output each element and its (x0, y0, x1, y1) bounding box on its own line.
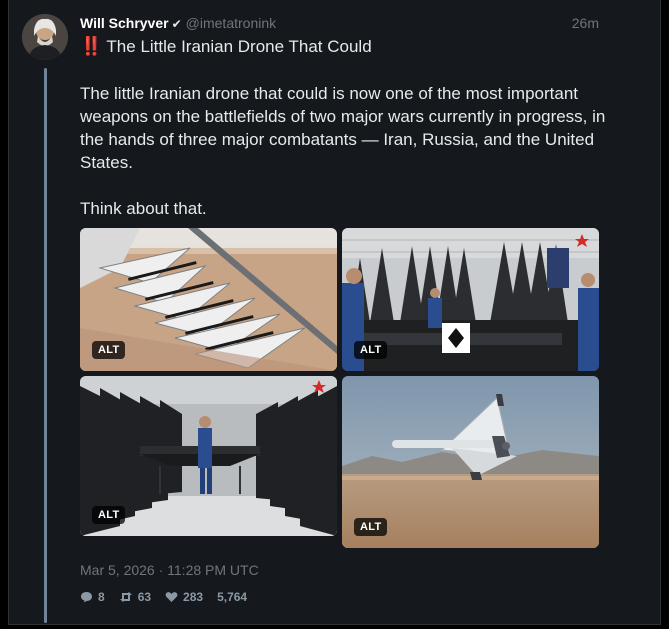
media-image-1[interactable]: ALT (80, 228, 337, 371)
alt-badge[interactable]: ALT (92, 341, 126, 359)
post-timestamp[interactable]: Mar 5, 2026 · 11:28 PM UTC (80, 562, 259, 578)
alt-badge[interactable]: ALT (354, 341, 388, 359)
author-handle[interactable]: @imetatronink (186, 15, 276, 31)
engagement-stats: 8 63 283 5,764 (80, 590, 261, 604)
media-image-2[interactable]: ALT (342, 228, 599, 371)
reply-stat[interactable]: 8 (80, 590, 105, 604)
like-stat[interactable]: 283 (165, 590, 203, 604)
tweet-paragraph: The little Iranian drone that could is n… (80, 84, 606, 172)
tweet-time[interactable]: 26m (572, 15, 599, 31)
double-exclamation-icon: ‼️ (80, 36, 103, 56)
tweet-body: The little Iranian drone that could is n… (80, 82, 610, 243)
avatar[interactable] (22, 14, 68, 60)
tweet-header: Will Schryver ✔ @imetatronink (80, 15, 276, 31)
reply-count: 8 (98, 590, 105, 604)
tweet-paragraph: Think about that. (80, 199, 207, 218)
tweet-title-text: The Little Iranian Drone That Could (106, 37, 372, 56)
repost-stat[interactable]: 63 (119, 590, 151, 604)
tweet-title: ‼️ The Little Iranian Drone That Could (80, 36, 372, 57)
thread-line (44, 68, 47, 623)
repost-icon (119, 592, 132, 602)
view-count: 5,764 (217, 590, 248, 604)
media-image-3[interactable]: ALT (80, 376, 337, 536)
repost-count: 63 (137, 590, 152, 604)
like-count: 283 (183, 590, 204, 604)
checkmark-icon: ✔ (171, 17, 182, 31)
comment-icon (81, 592, 92, 603)
heart-icon (165, 592, 178, 602)
media-grid: ALT ALT ALT ALT (80, 228, 599, 548)
alt-badge[interactable]: ALT (92, 506, 126, 524)
media-image-4[interactable]: ALT (342, 376, 599, 548)
author-name[interactable]: Will Schryver (80, 15, 169, 31)
view-stat: 5,764 (217, 590, 247, 604)
alt-badge[interactable]: ALT (354, 518, 388, 536)
